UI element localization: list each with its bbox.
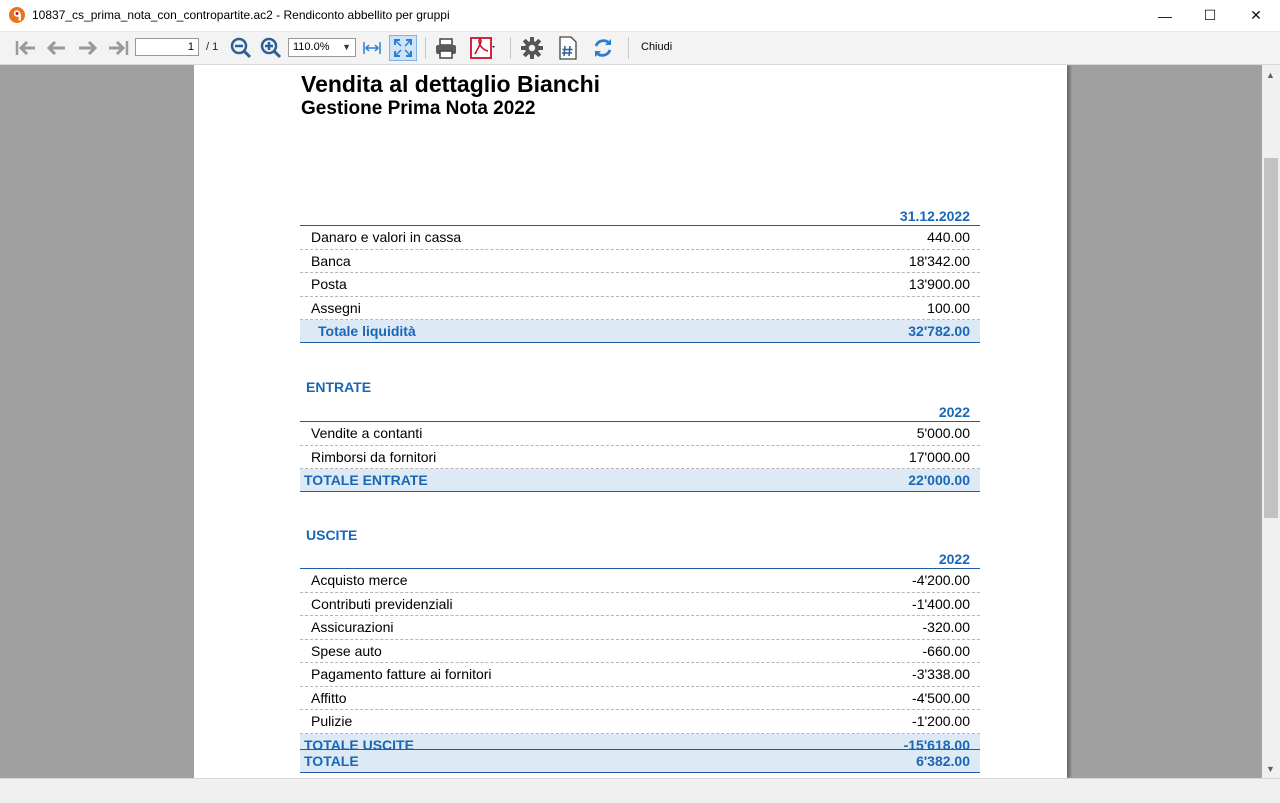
minimize-button[interactable]: — [1142,0,1188,31]
zoom-select[interactable]: 110.0% ▼ [288,38,356,57]
table-row: Assicurazioni -320.00 [300,616,980,640]
export-pdf-button[interactable] [463,35,503,61]
uscite-section-title: USCITE [306,527,358,543]
arrow-left-icon [46,40,65,56]
entrate-section-title: ENTRATE [306,379,372,395]
first-page-button[interactable] [13,35,39,61]
last-page-icon [109,40,129,56]
settings-button[interactable] [518,35,546,61]
vertical-scrollbar[interactable]: ▲ ▼ [1262,65,1280,778]
fit-page-button[interactable] [389,35,417,61]
page-number-format-button[interactable] [554,35,582,61]
toolbar-separator [425,37,426,59]
uscite-column-header: 2022 [300,550,980,569]
entrate-table: 2022 Vendite a contanti 5'000.00 Rimborsi… [300,403,980,492]
last-page-button[interactable] [105,35,131,61]
table-row: Acquisto merce -4'200.00 [300,569,980,593]
fit-page-icon [394,39,412,57]
entrate-total-row: TOTALE ENTRATE 22'000.00 [300,469,980,492]
scroll-up-icon[interactable]: ▲ [1266,70,1275,80]
table-row: Vendite a contanti 5'000.00 [300,422,980,446]
first-page-icon [15,40,35,56]
printer-icon [436,38,456,59]
title-bar: 10837_cs_prima_nota_con_contropartite.ac… [0,0,1280,32]
liquidity-table: 31.12.2022 Danaro e valori in cassa 440.0… [300,207,980,343]
print-button[interactable] [432,35,460,61]
table-row: Contributi previdenziali -1'400.00 [300,593,980,616]
close-window-button[interactable]: ✕ [1233,0,1279,31]
arrow-right-icon [79,40,98,56]
gear-icon [521,37,543,59]
zoom-out-button[interactable] [228,35,254,61]
banana-app-icon [8,6,26,24]
document-viewport[interactable]: Vendita al dettaglio Bianchi Gestione Pr… [0,65,1262,778]
zoom-value: 110.0% [293,41,330,53]
toolbar-separator [628,37,629,59]
report-title: Vendita al dettaglio Bianchi [301,71,601,97]
table-row: Banca 18'342.00 [300,250,980,273]
table-row: Pagamento fatture ai fornitori -3'338.00 [300,663,980,687]
toolbar-separator [510,37,511,59]
report-subtitle: Gestione Prima Nota 2022 [301,98,536,119]
scrollbar-thumb[interactable] [1264,158,1278,518]
table-row: Posta 13'900.00 [300,273,980,297]
uscite-table: 2022 Acquisto merce -4'200.00 Contributi … [300,550,980,757]
window-title: 10837_cs_prima_nota_con_contropartite.ac… [32,8,450,22]
table-row: Affitto -4'500.00 [300,687,980,710]
pdf-icon [470,37,495,59]
zoom-out-icon [230,37,252,59]
zoom-in-button[interactable] [258,35,284,61]
page-hash-icon [559,36,577,60]
status-bar [0,778,1280,803]
table-row: Danaro e valori in cassa 440.00 [300,226,980,250]
refresh-icon [594,39,612,57]
previous-page-button[interactable] [43,35,69,61]
grand-total-row: TOTALE 6'382.00 [300,749,980,773]
scroll-down-icon[interactable]: ▼ [1266,764,1275,774]
table-row: Pulizie -1'200.00 [300,710,980,734]
maximize-button[interactable]: ☐ [1187,0,1233,31]
liquidity-column-header: 31.12.2022 [300,207,980,226]
table-row: Spese auto -660.00 [300,640,980,663]
chevron-down-icon: ▼ [342,42,351,52]
liquidity-total-row: Totale liquidità 32'782.00 [300,320,980,343]
table-row: Rimborsi da fornitori 17'000.00 [300,446,980,469]
zoom-in-icon [260,37,282,59]
refresh-button[interactable] [589,35,617,61]
fit-width-icon [363,42,381,54]
entrate-column-header: 2022 [300,403,980,422]
toolbar: 1 / 1 110.0% ▼ Chiudi [0,32,1280,65]
chiudi-button[interactable]: Chiudi [641,41,672,53]
table-row: Assegni 100.00 [300,297,980,320]
next-page-button[interactable] [75,35,101,61]
page-number-input[interactable]: 1 [135,38,199,56]
report-page: Vendita al dettaglio Bianchi Gestione Pr… [194,65,1067,778]
page-total-label: / 1 [206,41,219,53]
fit-width-button[interactable] [360,35,384,61]
